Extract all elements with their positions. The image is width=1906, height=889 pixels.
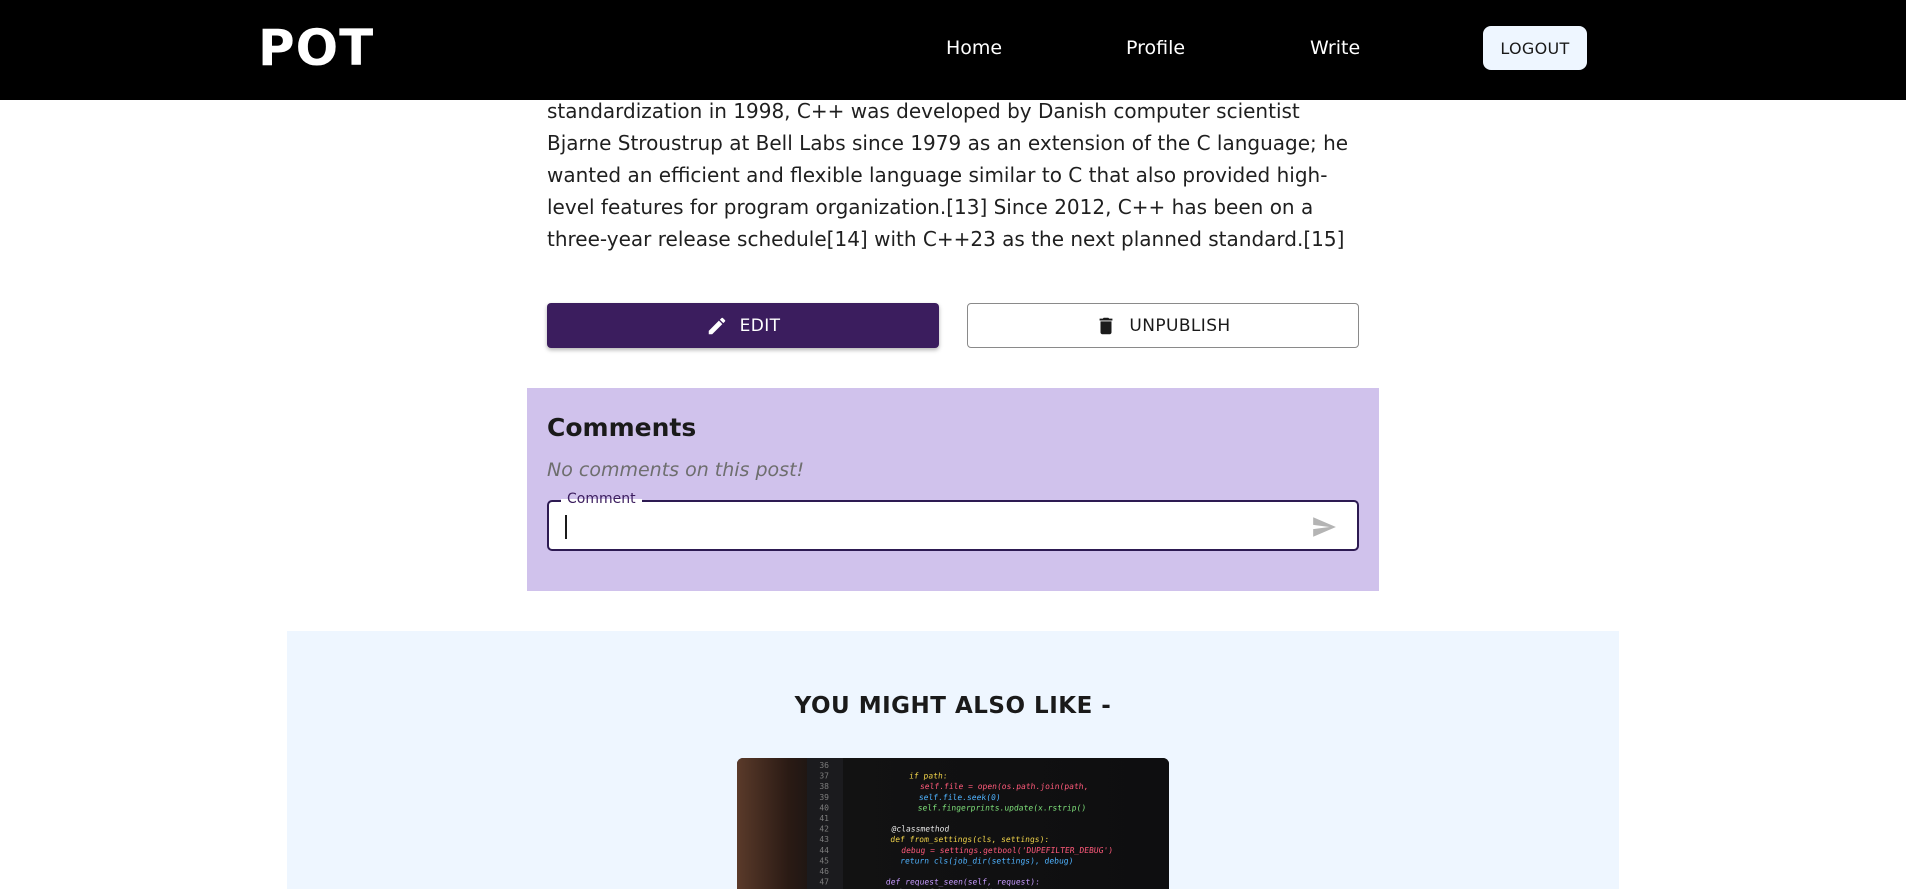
pencil-icon bbox=[706, 315, 728, 337]
code-line-number: 44 bbox=[819, 846, 829, 855]
comments-heading: Comments bbox=[547, 413, 697, 442]
send-icon[interactable] bbox=[1309, 514, 1339, 540]
code-line-text: return cls(job_dir(settings), debug) bbox=[900, 856, 1074, 865]
code-line-number: 41 bbox=[819, 814, 829, 823]
code-line-number: 43 bbox=[819, 835, 829, 844]
code-line-number: 37 bbox=[819, 772, 829, 781]
code-line-text: @classmethod bbox=[891, 825, 950, 834]
unpublish-button[interactable]: UNPUBLISH bbox=[967, 303, 1359, 348]
logout-button[interactable]: LOGOUT bbox=[1483, 26, 1587, 70]
no-comments-message: No comments on this post! bbox=[547, 459, 805, 481]
comment-field-label: Comment bbox=[561, 491, 642, 507]
recommendations-section: YOU MIGHT ALSO LIKE - 36 37 if path: 38 self… bbox=[287, 631, 1619, 889]
code-line-number: 45 bbox=[819, 856, 829, 865]
code-line-number: 47 bbox=[819, 878, 829, 887]
code-line-number: 42 bbox=[819, 825, 829, 834]
comment-field[interactable]: Comment bbox=[547, 491, 1359, 551]
trash-icon bbox=[1095, 315, 1117, 337]
text-caret bbox=[565, 515, 567, 539]
nav-home-link[interactable]: Home bbox=[946, 36, 1002, 60]
code-line-text: self.file.seek(0) bbox=[918, 793, 1001, 802]
site-logo[interactable]: POT bbox=[258, 20, 374, 76]
article-body: standardization in 1998, C++ was develop… bbox=[547, 99, 1349, 251]
code-line-text: if path: bbox=[909, 772, 948, 781]
nav-write-link[interactable]: Write bbox=[1310, 36, 1360, 60]
code-line-number: 38 bbox=[819, 782, 829, 791]
recommended-post-card[interactable]: 36 37 if path: 38 self.file = open(os.path.j… bbox=[737, 758, 1169, 889]
comment-input[interactable] bbox=[563, 514, 1293, 538]
comments-panel: Comments No comments on this post! Comme… bbox=[527, 388, 1379, 591]
code-line-text: def request_seen(self, request): bbox=[885, 878, 1040, 887]
code-line-text: def from_settings(cls, settings): bbox=[890, 835, 1050, 844]
code-line-number: 36 bbox=[819, 761, 829, 770]
code-line-text: self.file = open(os.path.join(path, bbox=[920, 782, 1089, 791]
code-line-text: debug = settings.getbool('DUPEFILTER_DEB… bbox=[901, 846, 1114, 855]
unpublish-button-label: UNPUBLISH bbox=[1129, 315, 1231, 336]
recommendations-heading: YOU MIGHT ALSO LIKE - bbox=[794, 693, 1112, 719]
navbar: POT Home Profile Write LOGOUT bbox=[0, 0, 1906, 100]
code-thumbnail-image: 36 37 if path: 38 self.file = open(os.path.j… bbox=[737, 758, 1169, 889]
edit-button-label: EDIT bbox=[739, 315, 781, 336]
code-line-number: 40 bbox=[819, 803, 829, 812]
code-line-number: 39 bbox=[819, 793, 829, 802]
code-line-text: self.fingerprints.update(x.rstrip() bbox=[917, 803, 1086, 812]
code-line-number: 46 bbox=[819, 867, 829, 876]
nav-profile-link[interactable]: Profile bbox=[1126, 36, 1185, 60]
edit-button[interactable]: EDIT bbox=[547, 303, 939, 348]
